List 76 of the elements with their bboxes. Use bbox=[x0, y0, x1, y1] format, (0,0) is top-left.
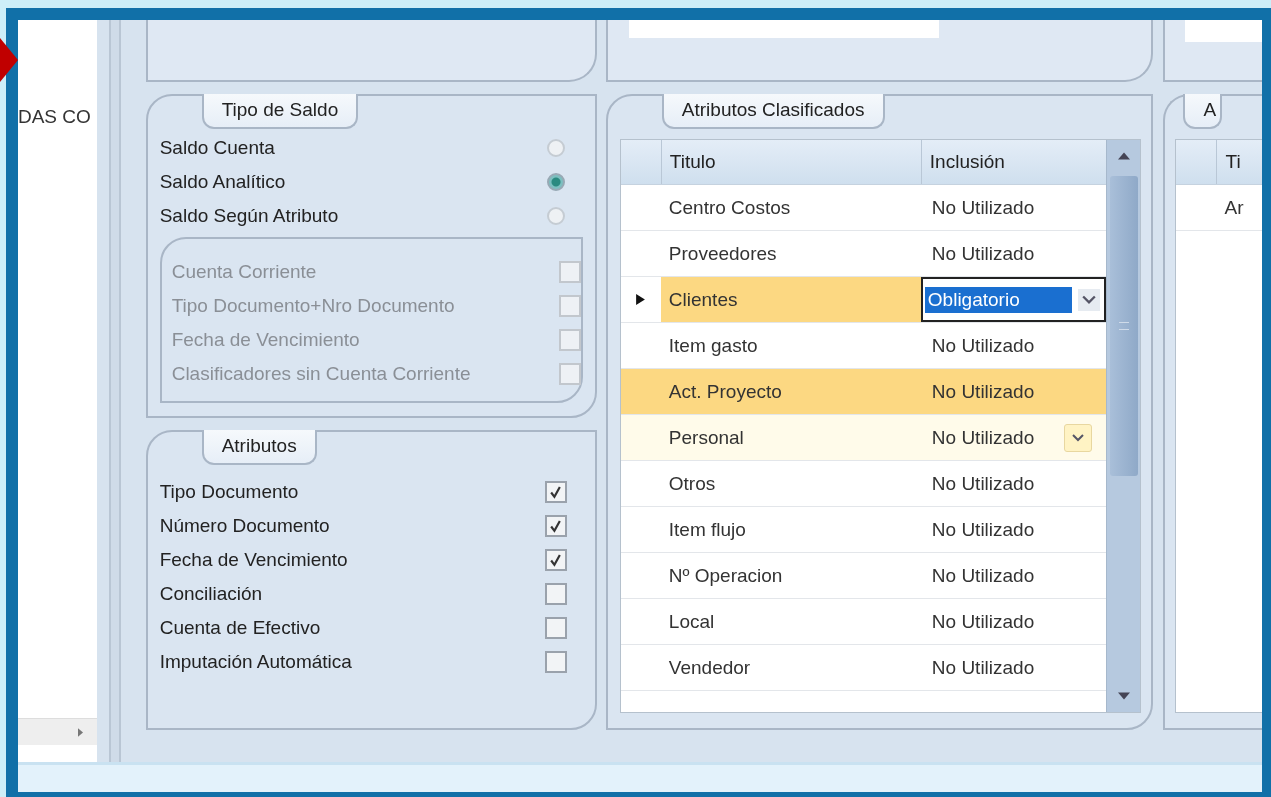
group-title: A bbox=[1183, 94, 1223, 129]
option-label: Fecha de Vencimiento bbox=[171, 329, 360, 351]
column-header[interactable]: Titulo bbox=[660, 140, 921, 184]
table-cell-text: No Utilizado bbox=[930, 379, 1036, 404]
table-cell-text: Ar bbox=[1223, 195, 1244, 220]
table-cell-text: Item gasto bbox=[667, 333, 759, 358]
scroll-right-icon[interactable] bbox=[77, 727, 83, 737]
option-label: Tipo Documento+Nro Documento bbox=[171, 295, 455, 317]
table-cell-text: Vendedor bbox=[667, 655, 752, 680]
checkbox[interactable] bbox=[544, 651, 567, 673]
radio-button[interactable] bbox=[546, 139, 565, 157]
table-row[interactable]: Act. Proyecto No Utilizado bbox=[620, 369, 1107, 415]
table-cell-text: Otros bbox=[667, 471, 717, 496]
table-cell-text: No Utilizado bbox=[930, 563, 1036, 588]
option-label: Cuenta de Efectivo bbox=[159, 617, 321, 639]
option-label: Saldo Analítico bbox=[159, 171, 286, 193]
table-row[interactable]: Vendedor No Utilizado bbox=[620, 645, 1107, 691]
input-field[interactable] bbox=[1185, 20, 1262, 42]
table-cell: No Utilizado bbox=[920, 415, 1107, 460]
group-title: Atributos bbox=[201, 430, 317, 465]
table-cell-text: No Utilizado bbox=[930, 333, 1036, 358]
group-title: Atributos Clasificados bbox=[661, 94, 885, 129]
table-cell-text: Centro Costos bbox=[667, 195, 792, 220]
table-cell-text: Proveedores bbox=[667, 241, 778, 266]
table-cell-text: No Utilizado bbox=[930, 517, 1036, 542]
table-cell-text: Item flujo bbox=[667, 517, 747, 542]
table-cell: Clientes bbox=[660, 277, 921, 322]
option-label: Número Documento bbox=[159, 515, 330, 537]
table-cell-text: Act. Proyecto bbox=[667, 379, 783, 404]
table-row[interactable]: Nº Operacion No Utilizado bbox=[620, 553, 1107, 599]
radio-button[interactable] bbox=[546, 207, 565, 225]
vertical-scrollbar[interactable] bbox=[1106, 140, 1141, 712]
table-row[interactable]: Clientes Obligatorio bbox=[620, 277, 1107, 323]
horizontal-scrollbar[interactable] bbox=[18, 718, 97, 745]
list-item[interactable]: DAS CO bbox=[18, 106, 91, 128]
checkbox[interactable] bbox=[544, 481, 567, 503]
checkbox[interactable] bbox=[544, 549, 567, 571]
table-cell-text: No Utilizado bbox=[930, 471, 1036, 496]
table-cell-text: No Utilizado bbox=[930, 609, 1036, 634]
scroll-up-icon[interactable] bbox=[1118, 152, 1130, 160]
checkbox[interactable] bbox=[544, 583, 567, 605]
option-label: Conciliación bbox=[159, 583, 263, 605]
table-row[interactable]: Otros No Utilizado bbox=[620, 461, 1107, 507]
dropdown-field[interactable]: Obligatorio bbox=[920, 277, 1107, 322]
radio-button[interactable] bbox=[546, 173, 565, 191]
table-cell-text: No Utilizado bbox=[930, 195, 1036, 220]
check-icon bbox=[549, 485, 563, 499]
checkbox[interactable] bbox=[544, 515, 567, 537]
chevron-down-icon[interactable] bbox=[1078, 288, 1101, 311]
option-label: Fecha de Vencimiento bbox=[159, 549, 348, 571]
option-label: Tipo Documento bbox=[159, 481, 299, 503]
option-label: Clasificadores sin Cuenta Corriente bbox=[171, 363, 471, 385]
arrow-icon bbox=[0, 38, 18, 82]
splitter[interactable] bbox=[108, 20, 121, 762]
table-row[interactable]: Local No Utilizado bbox=[620, 599, 1107, 645]
table-cell-text: Personal bbox=[667, 425, 745, 450]
option-label: Saldo Cuenta bbox=[159, 137, 275, 159]
table-row[interactable]: Centro Costos No Utilizado bbox=[620, 185, 1107, 231]
table-row[interactable]: Personal No Utilizado bbox=[620, 415, 1107, 461]
table-cell-text: No Utilizado bbox=[930, 241, 1036, 266]
table-row[interactable]: Item flujo No Utilizado bbox=[620, 507, 1107, 553]
option-label: Cuenta Corriente bbox=[171, 261, 317, 283]
row-pointer-icon bbox=[636, 294, 646, 305]
check-icon bbox=[549, 519, 563, 533]
checkbox[interactable] bbox=[544, 617, 567, 639]
dropdown-button[interactable] bbox=[1064, 423, 1093, 452]
group-title: Tipo de Saldo bbox=[201, 94, 359, 129]
chevron-down-icon bbox=[1072, 433, 1085, 442]
option-label: Saldo Según Atributo bbox=[159, 205, 339, 227]
input-field[interactable] bbox=[628, 20, 939, 38]
table-cell-text: Local bbox=[667, 609, 716, 634]
scroll-down-icon[interactable] bbox=[1118, 692, 1130, 700]
check-icon bbox=[549, 553, 563, 567]
table-cell-text: No Utilizado bbox=[930, 655, 1036, 680]
option-label: Imputación Automática bbox=[159, 651, 352, 673]
table-cell-text: Nº Operacion bbox=[667, 563, 784, 588]
